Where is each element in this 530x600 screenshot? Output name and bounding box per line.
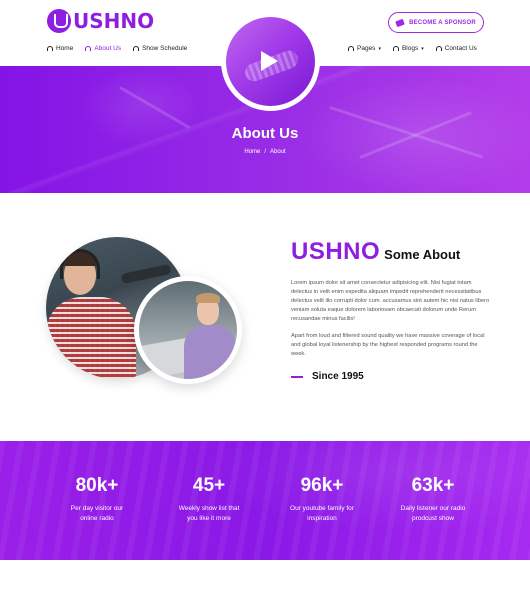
stat-label: Daily listener our radio prodcust show [378, 504, 488, 524]
stat-label-line: you like it more [187, 515, 231, 522]
become-sponsor-button[interactable]: BECOME A SPONSOR [388, 12, 484, 33]
nav-item-about-us[interactable]: About Us [85, 45, 121, 52]
stat-number: 80k+ [75, 475, 119, 496]
nav-item-contact-us[interactable]: Contact Us [435, 45, 477, 52]
breadcrumb: Home / About [0, 149, 530, 155]
logo[interactable]: USHNO [47, 9, 154, 33]
stat-label-line: prodcust show [412, 515, 454, 522]
page-title: About Us [231, 125, 299, 142]
stat-number: 63k+ [411, 475, 455, 496]
chevron-down-icon: ▾ [421, 45, 424, 52]
stat-item: 63k+ Daily listener our radio prodcust s… [378, 475, 488, 524]
headphones-icon [348, 46, 354, 51]
nav-item-label: Contact Us [444, 45, 477, 52]
about-heading: USHNO Some About [291, 238, 491, 266]
stat-label-line: Weekly show list that [178, 505, 240, 512]
about-photo-secondary-image [139, 281, 237, 379]
breadcrumb-separator: / [264, 149, 266, 155]
nav-item-label: Show Schedule [142, 45, 188, 52]
background-mic-stand [119, 86, 191, 129]
photo-person-body [184, 325, 236, 379]
nav-item-label: About Us [94, 45, 122, 52]
dash-divider [291, 375, 303, 378]
photo-person-shirt [46, 297, 136, 379]
about-photo-secondary [134, 276, 242, 384]
breadcrumb-home[interactable]: Home [244, 149, 260, 155]
nav-right: Pages ▾ Blogs ▾ Contact Us [348, 45, 477, 52]
photo-person-hair [196, 293, 220, 303]
stats-section: 80k+ Per day visitor our online radio 45… [0, 441, 530, 560]
logo-mark-icon [47, 9, 71, 33]
tag-icon [395, 18, 405, 27]
stat-label-line: inspiration [307, 515, 337, 522]
nav-item-show-schedule[interactable]: Show Schedule [133, 45, 187, 52]
sponsor-button-label: BECOME A SPONSOR [409, 19, 476, 26]
stat-label-line: Daily listener our radio [400, 505, 466, 512]
chevron-down-icon: ▾ [378, 45, 381, 52]
stat-label-line: Per day visitor our [70, 505, 124, 512]
stat-label: Per day visitor our online radio [42, 504, 152, 524]
headset-icon [60, 249, 100, 279]
nav-item-home[interactable]: Home [47, 45, 73, 52]
about-brand: USHNO [291, 238, 381, 265]
breadcrumb-current: About [270, 149, 286, 155]
about-paragraph-1: Lorem ipsum dolor sit amet consectetur a… [291, 280, 490, 322]
stat-label: Our youtube family for inspiration [267, 504, 377, 524]
since-text: Since 1995 [312, 371, 364, 382]
stat-item: 96k+ Our youtube family for inspiration [267, 475, 377, 524]
nav-item-blogs[interactable]: Blogs ▾ [392, 45, 424, 52]
since-label: Since 1995 [291, 371, 491, 382]
video-play-circle[interactable] [221, 12, 320, 111]
logo-text: USHNO [73, 9, 155, 33]
stat-item: 45+ Weekly show list that you like it mo… [154, 475, 264, 524]
about-paragraph-2: Apart from loud and filtered sound quali… [291, 333, 485, 357]
nav-item-label: Blogs [401, 45, 419, 52]
nav-item-label: Pages [357, 45, 376, 52]
stat-label: Weekly show list that you like it more [154, 504, 264, 524]
play-icon[interactable] [261, 51, 278, 71]
headphones-icon [47, 46, 53, 51]
nav-item-pages[interactable]: Pages ▾ [348, 45, 381, 52]
about-subtitle: Some About [384, 247, 461, 262]
about-content: USHNO Some About Lorem ipsum dolor sit a… [291, 238, 491, 382]
nav-item-label: Home [56, 45, 74, 52]
stat-number: 45+ [192, 475, 226, 496]
headphones-icon [85, 46, 92, 51]
nav-left: Home About Us Show Schedule [47, 45, 187, 52]
stat-label-line: Our youtube family for [290, 505, 354, 512]
stat-number: 96k+ [300, 475, 344, 496]
headphones-icon [392, 46, 399, 51]
headphones-icon [133, 46, 140, 51]
video-thumbnail [226, 17, 315, 106]
headphones-icon [435, 46, 442, 51]
stat-label-line: online radio [80, 515, 114, 522]
stat-item: 80k+ Per day visitor our online radio [42, 475, 152, 524]
